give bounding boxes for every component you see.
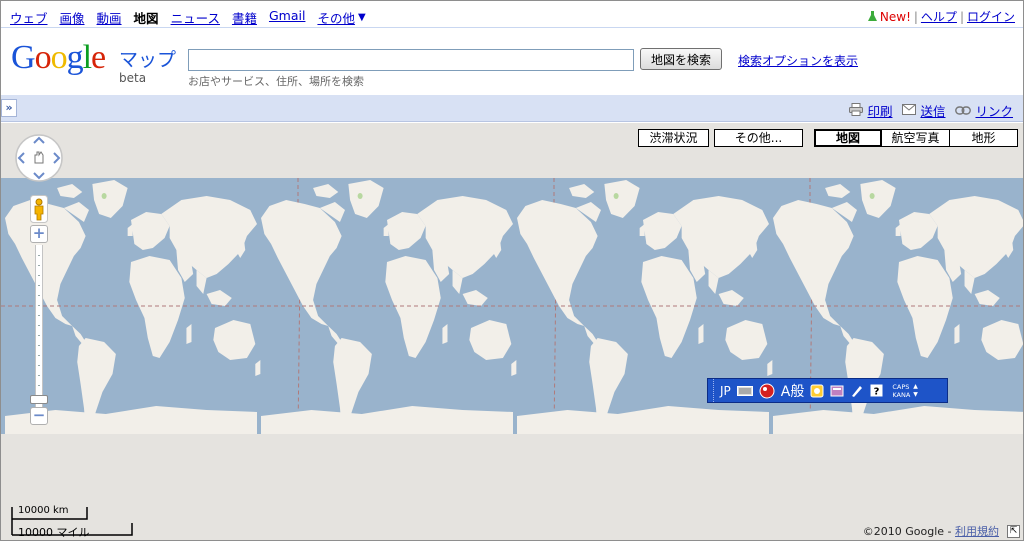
print-action[interactable]: 印刷 bbox=[849, 101, 892, 120]
logo-letter: l bbox=[82, 39, 93, 76]
ime-language-bar[interactable]: JP A般 ? CAPS KANA ▲ ▼ bbox=[707, 378, 948, 403]
nav-gmail[interactable]: Gmail bbox=[269, 8, 305, 27]
ime-dictionary-icon[interactable] bbox=[810, 384, 824, 398]
ime-input-mode[interactable]: A般 bbox=[781, 381, 805, 401]
pan-control[interactable] bbox=[14, 133, 64, 183]
map-type-controls: 渋滞状況 その他... 地図 航空写真 地形 bbox=[638, 129, 1018, 147]
copyright-text: ©2010 Google - bbox=[862, 525, 955, 538]
chevron-down-icon: ▼ bbox=[913, 390, 918, 398]
account-links: New! | ヘルプ | ログイン bbox=[867, 8, 1015, 25]
send-action[interactable]: 送信 bbox=[902, 101, 945, 120]
more-layers-button[interactable]: その他... bbox=[714, 129, 803, 147]
search-options-link[interactable]: 検索オプションを表示 bbox=[738, 52, 858, 69]
chevron-down-icon: ▼ bbox=[357, 12, 366, 23]
separator: | bbox=[913, 9, 918, 24]
help-link[interactable]: ヘルプ bbox=[921, 8, 957, 25]
google-logo[interactable]: Google bbox=[11, 38, 106, 78]
ime-pad-icon[interactable] bbox=[850, 384, 864, 398]
ime-tool-icon[interactable] bbox=[830, 384, 844, 398]
help-icon[interactable]: ? bbox=[870, 384, 883, 397]
login-link[interactable]: ログイン bbox=[967, 8, 1015, 25]
nav-video[interactable]: 動画 bbox=[97, 8, 122, 27]
zoom-slider-track[interactable] bbox=[35, 245, 43, 413]
search-input[interactable] bbox=[188, 49, 634, 71]
chain-link-icon bbox=[955, 103, 972, 118]
zoom-out-button[interactable]: − bbox=[30, 407, 48, 425]
keyboard-icon[interactable] bbox=[736, 385, 753, 396]
chevron-up-icon: ▲ bbox=[913, 382, 918, 390]
map-view-button[interactable]: 地図 bbox=[814, 129, 882, 147]
overview-map-toggle-icon[interactable]: ⇱ bbox=[1007, 525, 1020, 538]
zoom-slider-thumb[interactable] bbox=[30, 395, 48, 404]
top-navigation-bar: ウェブ 画像 動画 地図 ニュース 書籍 Gmail その他 ▼ New! | … bbox=[1, 1, 1023, 28]
toolbar-actions: 印刷 送信 リンク bbox=[849, 101, 1013, 120]
map-type-group: 地図 航空写真 地形 bbox=[814, 129, 1018, 147]
ime-language[interactable]: JP bbox=[720, 384, 731, 398]
scale-km-label: 10000 km bbox=[18, 505, 69, 516]
caps-kana-indicator: CAPS KANA bbox=[892, 383, 910, 399]
logo-letter: o bbox=[34, 39, 52, 76]
logo-letter: e bbox=[91, 39, 106, 76]
google-services-nav: ウェブ 画像 動画 地図 ニュース 書籍 Gmail その他 ▼ bbox=[10, 8, 366, 27]
envelope-icon bbox=[902, 103, 917, 118]
nav-images[interactable]: 画像 bbox=[60, 8, 85, 27]
link-link[interactable]: リンク bbox=[975, 101, 1013, 120]
maps-header: Google マップ beta お店やサービス、住所、場所を検索 地図を検索 検… bbox=[1, 29, 1023, 95]
nav-books[interactable]: 書籍 bbox=[232, 8, 257, 27]
ime-mode-icon[interactable] bbox=[759, 383, 775, 399]
nav-maps-current: 地図 bbox=[133, 11, 159, 26]
logo-letter: g bbox=[66, 39, 84, 76]
copyright-notice: ©2010 Google - 利用規約 bbox=[863, 523, 999, 539]
nav-web[interactable]: ウェブ bbox=[10, 8, 48, 27]
scale-mile-label: 10000 マイル bbox=[18, 526, 90, 539]
product-name: マップ bbox=[119, 49, 177, 71]
link-action[interactable]: リンク bbox=[955, 101, 1013, 120]
traffic-button[interactable]: 渋滞状況 bbox=[638, 129, 709, 147]
terrain-view-button[interactable]: 地形 bbox=[950, 129, 1018, 147]
street-view-pegman-icon[interactable] bbox=[30, 195, 48, 223]
search-hint: お店やサービス、住所、場所を検索 bbox=[188, 75, 364, 88]
caps-label: CAPS bbox=[892, 382, 910, 391]
maps-toolbar: » 印刷 送信 リンク bbox=[1, 95, 1023, 122]
svg-text:?: ? bbox=[874, 387, 880, 398]
satellite-view-button[interactable]: 航空写真 bbox=[882, 129, 950, 147]
search-maps-button[interactable]: 地図を検索 bbox=[640, 48, 723, 70]
map-scale: 10000 km 10000 マイル bbox=[11, 503, 136, 539]
printer-icon bbox=[849, 102, 864, 119]
zoom-in-button[interactable]: + bbox=[30, 225, 48, 243]
logo-letter: o bbox=[50, 39, 68, 76]
collapse-panel-button[interactable]: » bbox=[1, 99, 17, 117]
logo-letter: G bbox=[11, 39, 36, 76]
labs-flask-icon bbox=[867, 11, 877, 22]
ime-grip-handle[interactable] bbox=[708, 379, 714, 402]
terms-link[interactable]: 利用規約 bbox=[955, 525, 999, 538]
print-link[interactable]: 印刷 bbox=[867, 101, 892, 120]
nav-more[interactable]: その他 ▼ bbox=[317, 8, 365, 27]
nav-news[interactable]: ニュース bbox=[171, 8, 220, 27]
nav-more-label[interactable]: その他 bbox=[317, 8, 355, 27]
beta-label: beta bbox=[119, 71, 147, 85]
new-features-link[interactable]: New! bbox=[880, 10, 911, 24]
kana-label: KANA bbox=[892, 390, 911, 399]
browser-page: ウェブ 画像 動画 地図 ニュース 書籍 Gmail その他 ▼ New! | … bbox=[0, 0, 1024, 541]
separator: | bbox=[959, 9, 964, 24]
map-canvas[interactable]: 渋滞状況 その他... 地図 航空写真 地形 + − JP A般 ? CAPS … bbox=[1, 123, 1023, 540]
send-link[interactable]: 送信 bbox=[920, 101, 945, 120]
ime-options-arrows[interactable]: ▲ ▼ bbox=[913, 383, 918, 399]
